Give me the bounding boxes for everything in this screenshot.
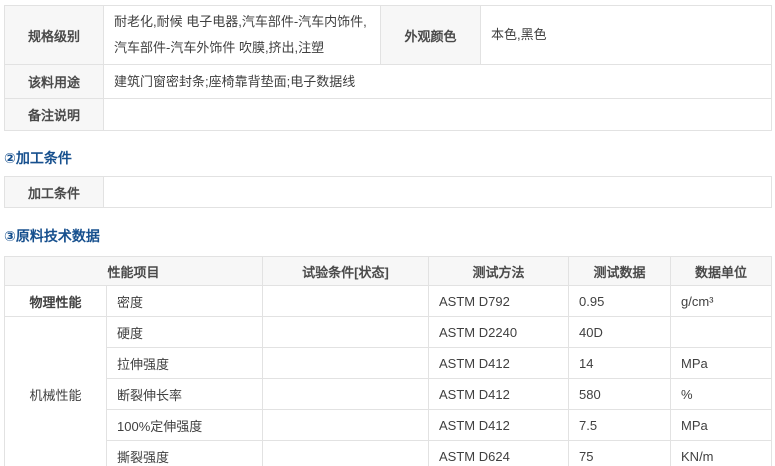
unit-cell: %: [670, 378, 773, 410]
condition-cell: [262, 347, 430, 379]
property-cell: 撕裂强度: [105, 440, 264, 466]
property-cell: 断裂伸长率: [105, 378, 264, 410]
property-cell: 密度: [105, 285, 264, 317]
table-row: 备注说明: [4, 98, 772, 131]
processing-conditions-value: [103, 176, 772, 208]
header-data-unit: 数据单位: [670, 256, 773, 286]
property-cell: 拉伸强度: [105, 347, 264, 379]
spec-grade-value: 耐老化,耐候 电子电器,汽车部件-汽车内饰件,汽车部件-汽车外饰件 吹膜,挤出,…: [103, 5, 381, 65]
value-cell: 7.5: [568, 409, 672, 441]
header-test-method: 测试方法: [428, 256, 570, 286]
usage-label: 该料用途: [4, 64, 104, 99]
value-cell: 14: [568, 347, 672, 379]
unit-cell: MPa: [670, 347, 773, 379]
unit-cell: g/cm³: [670, 285, 773, 317]
datasheet-page: 规格级别 耐老化,耐候 电子电器,汽车部件-汽车内饰件,汽车部件-汽车外饰件 吹…: [0, 0, 775, 466]
table-row: 该料用途 建筑门窗密封条;座椅靠背垫面;电子数据线: [4, 64, 772, 99]
unit-cell: MPa: [670, 409, 773, 441]
processing-conditions-table: 加工条件: [4, 176, 772, 208]
header-property: 性能项目: [3, 256, 264, 286]
value-cell: 40D: [568, 316, 672, 348]
table-row: 物理性能 密度 ASTM D792 0.95 g/cm³: [4, 285, 773, 317]
condition-cell: [262, 409, 430, 441]
category-cell: 物理性能: [4, 285, 107, 317]
appearance-color-value: 本色,黑色: [480, 5, 772, 65]
condition-cell: [262, 378, 430, 410]
spec-grade-label: 规格级别: [4, 5, 104, 65]
method-cell: ASTM D412: [428, 409, 570, 441]
table-row: 加工条件: [4, 176, 772, 208]
remark-label: 备注说明: [4, 98, 104, 131]
condition-cell: [262, 285, 430, 317]
processing-conditions-title: ②加工条件: [4, 150, 72, 166]
property-cell: 100%定伸强度: [105, 409, 264, 441]
method-cell: ASTM D412: [428, 347, 570, 379]
table-row: 撕裂强度 ASTM D624 75 KN/m: [5, 440, 773, 466]
tech-table-body: 物理性能 密度 ASTM D792 0.95 g/cm³ 机械性能 硬度 AST…: [4, 285, 773, 466]
table-row: 100%定伸强度 ASTM D412 7.5 MPa: [5, 409, 773, 441]
processing-conditions-label: 加工条件: [4, 176, 104, 208]
method-cell: ASTM D412: [428, 378, 570, 410]
unit-cell: KN/m: [670, 440, 773, 466]
table-row: 断裂伸长率 ASTM D412 580 %: [5, 378, 773, 410]
table-row: 规格级别 耐老化,耐候 电子电器,汽车部件-汽车内饰件,汽车部件-汽车外饰件 吹…: [4, 5, 772, 65]
table-header-row: 性能项目 试验条件[状态] 测试方法 测试数据 数据单位: [3, 256, 773, 286]
property-cell: 硬度: [105, 316, 264, 348]
condition-cell: [262, 316, 430, 348]
technical-data-title: ③原料技术数据: [4, 228, 100, 244]
category-cell: 机械性能: [4, 316, 107, 466]
value-cell: 0.95: [568, 285, 672, 317]
method-cell: ASTM D2240: [428, 316, 570, 348]
value-cell: 75: [568, 440, 672, 466]
remark-value: [103, 98, 772, 131]
appearance-color-label: 外观颜色: [380, 5, 481, 65]
material-info-table: 规格级别 耐老化,耐候 电子电器,汽车部件-汽车内饰件,汽车部件-汽车外饰件 吹…: [4, 5, 772, 131]
method-cell: ASTM D624: [428, 440, 570, 466]
condition-cell: [262, 440, 430, 466]
header-test-data: 测试数据: [568, 256, 672, 286]
method-cell: ASTM D792: [428, 285, 570, 317]
usage-value: 建筑门窗密封条;座椅靠背垫面;电子数据线: [103, 64, 772, 99]
table-row: 机械性能 硬度 ASTM D2240 40D: [4, 316, 773, 466]
technical-data-table: 性能项目 试验条件[状态] 测试方法 测试数据 数据单位 物理性能 密度 AST…: [3, 256, 773, 466]
header-test-condition: 试验条件[状态]: [262, 256, 430, 286]
unit-cell: [670, 316, 773, 348]
table-row: 拉伸强度 ASTM D412 14 MPa: [5, 347, 773, 379]
value-cell: 580: [568, 378, 672, 410]
